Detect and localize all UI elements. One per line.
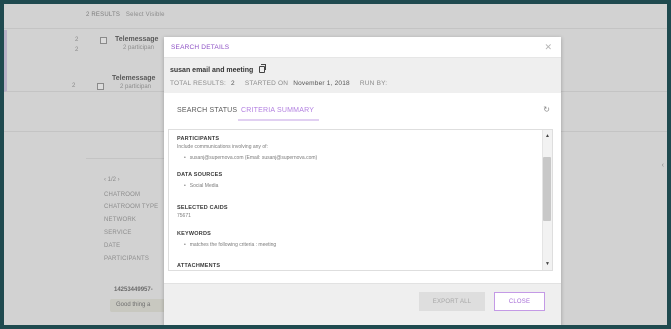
criteria-keywords: KEYWORDS matches the following criteria … <box>177 231 276 248</box>
search-info: susan email and meeting TOTAL RESULTS: 2… <box>164 58 561 93</box>
modal-footer: EXPORT ALL CLOSE <box>164 283 561 325</box>
run-by-label: RUN BY: <box>359 80 388 87</box>
search-details-modal: SEARCH DETAILS ✕ susan email and meeting… <box>164 37 561 325</box>
scrollbar-thumb[interactable] <box>543 157 551 221</box>
scroll-down-icon[interactable]: ▼ <box>545 261 550 267</box>
chevron-left-icon[interactable]: ‹ <box>662 162 664 169</box>
row-title: Telemessage <box>115 36 159 43</box>
section-heading: PARTICIPANTS <box>177 136 220 142</box>
scroll-up-icon[interactable]: ▲ <box>545 133 550 139</box>
modal-header: SEARCH DETAILS ✕ <box>164 37 561 58</box>
total-results-value: 2 <box>231 80 235 87</box>
row-title: Telemessage <box>112 75 156 82</box>
message-pager[interactable]: ‹ 1/2 › <box>104 177 120 183</box>
message-sender: 14253449957- <box>114 287 153 293</box>
refresh-icon[interactable]: ↻ <box>543 105 550 114</box>
list-item: Social Media <box>177 183 222 189</box>
criteria-summary-panel: PARTICIPANTS Include communications invo… <box>168 129 553 271</box>
meta-label: PARTICIPANTS <box>104 256 150 262</box>
section-heading: SELECTED CAIDS <box>177 205 228 211</box>
search-name: susan email and meeting <box>170 67 254 74</box>
started-on-label: STARTED ON <box>244 80 289 87</box>
section-heading: ATTACHMENTS <box>177 263 221 269</box>
scrollbar[interactable]: ▲ ▼ <box>542 130 552 270</box>
export-all-button[interactable]: EXPORT ALL <box>419 292 485 311</box>
search-meta: TOTAL RESULTS: 2 STARTED ON November 1, … <box>170 80 398 87</box>
meta-label: CHATROOM <box>104 192 141 198</box>
tab-search-status[interactable]: SEARCH STATUS <box>177 107 237 114</box>
row-index: 2 <box>75 37 79 43</box>
row-checkbox[interactable] <box>100 37 107 44</box>
message-preview: Good thing a <box>116 302 151 308</box>
row-checkbox[interactable] <box>97 83 104 90</box>
total-results-label: TOTAL RESULTS: <box>170 80 227 87</box>
copy-icon[interactable] <box>259 64 267 73</box>
row-index: 2 <box>75 47 79 53</box>
modal-tabs: SEARCH STATUS CRITERIA SUMMARY ↻ <box>164 100 561 122</box>
started-on-value: November 1, 2018 <box>293 80 350 87</box>
meta-label: DATE <box>104 243 121 249</box>
criteria-participants: PARTICIPANTS Include communications invo… <box>177 136 317 161</box>
section-heading: KEYWORDS <box>177 231 211 237</box>
meta-label: CHATROOM TYPE <box>104 204 159 210</box>
list-item: susanj@supernova.com (Email: susanj@supe… <box>177 155 317 161</box>
app-window: 2 RESULTS Select Visible 2 2 Telemessage… <box>4 4 667 325</box>
row-index: 2 <box>72 83 76 89</box>
criteria-selected-caids: SELECTED CAIDS 75671 <box>177 205 228 219</box>
section-heading: DATA SOURCES <box>177 172 223 178</box>
close-button[interactable]: CLOSE <box>494 292 545 311</box>
criteria-data-sources: DATA SOURCES Social Media <box>177 172 222 189</box>
meta-label: SERVICE <box>104 230 132 236</box>
tab-criteria-summary[interactable]: CRITERIA SUMMARY <box>241 107 314 114</box>
active-tab-indicator <box>238 119 319 121</box>
close-icon[interactable]: ✕ <box>544 42 552 53</box>
select-visible-link[interactable]: Select Visible <box>126 12 165 18</box>
list-item: matches the following criteria : meeting <box>177 242 276 248</box>
modal-title: SEARCH DETAILS <box>171 44 230 51</box>
search-name-row: susan email and meeting <box>170 64 267 74</box>
meta-label: NETWORK <box>104 217 137 223</box>
row-subtitle: 2 participan <box>123 45 155 51</box>
results-count: 2 RESULTS <box>86 12 121 18</box>
criteria-attachments: ATTACHMENTS <box>177 263 220 269</box>
section-text: 75671 <box>177 213 191 219</box>
section-text: Include communications involving any of: <box>177 144 268 150</box>
results-summary: 2 RESULTS Select Visible <box>86 12 165 18</box>
results-toolbar: 2 RESULTS Select Visible <box>4 4 667 29</box>
row-subtitle: 2 participan <box>120 84 152 90</box>
